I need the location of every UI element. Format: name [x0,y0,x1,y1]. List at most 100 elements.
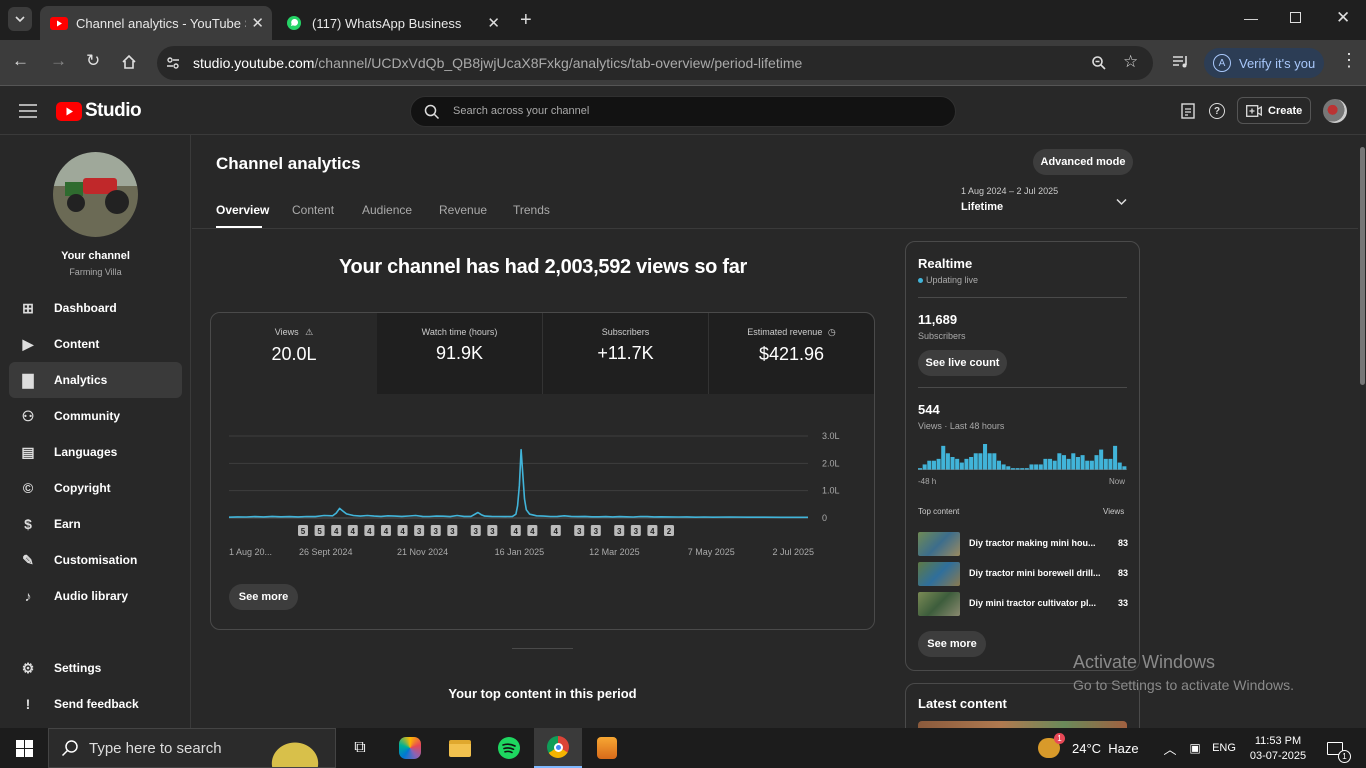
channel-search[interactable]: Search across your channel [410,96,956,127]
realtime-see-more-button[interactable]: See more [918,631,986,657]
new-tab-button[interactable]: + [520,9,532,32]
period-selector[interactable]: 1 Aug 2024 – 2 Jul 2025 Lifetime [961,186,1133,220]
network-icon[interactable]: ▣ [1185,728,1205,768]
site-info-icon[interactable] [166,56,180,70]
tab-revenue[interactable]: Revenue [439,203,487,217]
tab-content[interactable]: Content [292,203,334,217]
chrome-icon[interactable] [534,728,582,768]
realtime-bar [1080,455,1085,470]
sidebar-item-audio-library[interactable]: ♪ Audio library [9,578,182,614]
latest-video-thumbnail[interactable] [918,721,1127,728]
close-tab-icon[interactable]: ✕ [251,14,264,32]
home-icon[interactable] [121,54,137,70]
realtime-bar [1057,453,1062,470]
see-live-count-button[interactable]: See live count [918,350,1007,376]
restore-window-button[interactable] [1290,12,1301,23]
tab-list-button[interactable] [8,7,32,31]
realtime-card: Realtime Updating live 11,689 Subscriber… [905,241,1140,671]
hamburger-menu-icon[interactable] [19,104,37,118]
reload-icon[interactable]: ↻ [86,51,100,71]
sidebar-item-content[interactable]: ▶ Content [9,326,182,362]
tab-overview[interactable]: Overview [216,203,269,217]
metric-estimated-revenue[interactable]: Estimated revenue ◷ $421.96 [709,313,874,394]
scrollbar-thumb[interactable] [1360,147,1365,385]
back-icon[interactable]: ← [12,51,29,71]
upload-marker-label: 4 [530,527,535,536]
weather-text: 24°C Haze [1072,740,1139,756]
taskbar-search-box[interactable]: Type here to search [48,728,336,768]
show-hidden-icons-chevron-up-icon[interactable]: ︿ [1160,728,1180,768]
copilot-icon[interactable] [393,728,427,768]
browser-tab-youtube-studio[interactable]: Channel analytics - YouTube Stu ✕ [40,6,272,40]
close-tab-icon[interactable]: ✕ [487,14,500,32]
sidebar-item-send-feedback[interactable]: ! Send feedback [9,686,182,722]
advanced-mode-button[interactable]: Advanced mode [1033,149,1133,175]
clock-icon: ◷ [827,327,836,337]
language-indicator[interactable]: ENG [1210,728,1238,768]
top-content-row[interactable]: Diy tractor making mini hou... 83 [918,532,1128,556]
url-text: studio.youtube.com/channel/UCDxVdQb_QB8j… [193,55,802,71]
realtime-bar [1034,464,1039,470]
close-window-button[interactable]: ✕ [1336,8,1350,28]
browser-tab-whatsapp[interactable]: (117) WhatsApp Business ✕ [276,6,508,40]
metric-subscribers[interactable]: Subscribers +11.7K [543,313,709,394]
studio-logo[interactable]: Studio [56,100,142,122]
upload-marker-label: 3 [617,527,622,536]
file-explorer-icon[interactable] [443,728,477,768]
sidebar-item-analytics[interactable]: ▇ Analytics [9,362,182,398]
browser-menu-icon[interactable]: ⋮ [1340,50,1358,71]
sidebar-item-settings[interactable]: ⚙ Settings [9,650,182,686]
top-content-row[interactable]: Diy tractor mini borewell drill... 83 [918,562,1128,586]
channel-avatar[interactable] [53,152,138,237]
spotify-icon[interactable] [492,728,526,768]
realtime-bar [987,453,992,470]
sidebar-item-label: Community [54,409,120,423]
sidebar-item-languages[interactable]: ▤ Languages [9,434,182,470]
task-view-icon[interactable]: ⧉ [344,728,376,768]
see-more-button[interactable]: See more [229,584,298,610]
sidebar-item-copyright[interactable]: © Copyright [9,470,182,506]
realtime-bar [1075,457,1080,470]
media-controls-icon[interactable] [1172,54,1190,70]
create-button[interactable]: Create [1237,97,1311,124]
upload-marker-label: 3 [474,527,479,536]
customisation-icon: ✎ [22,551,34,568]
notification-center-icon[interactable]: 1 [1320,728,1351,768]
subtitles-icon[interactable] [1181,103,1195,119]
zoom-icon[interactable] [1091,55,1107,71]
start-button[interactable] [0,728,48,768]
help-icon[interactable]: ? [1209,103,1225,119]
sidebar-item-earn[interactable]: $ Earn [9,506,182,542]
realtime-views-label: Views · Last 48 hours [918,421,1005,431]
tab-audience[interactable]: Audience [362,203,412,217]
fl-studio-icon[interactable] [590,728,624,768]
weather-widget[interactable]: 1 24°C Haze [1038,728,1150,768]
search-input[interactable]: Search across your channel [453,105,589,117]
x-tick-label: 7 May 2025 [688,547,735,557]
realtime-bar [1001,464,1006,470]
minimize-window-button[interactable]: — [1244,10,1258,26]
windows-taskbar: Type here to search ⧉ 1 24°C Haze ︿ ▣ EN… [0,728,1366,768]
sidebar-item-customisation[interactable]: ✎ Customisation [9,542,182,578]
logo-text: Studio [85,100,142,121]
realtime-bar [936,458,941,470]
metric-views[interactable]: Views ⚠ 20.0L [211,313,377,394]
page-scrollbar[interactable] [1358,135,1366,728]
top-content-row[interactable]: Diy mini tractor cultivator pl... 33 [918,592,1128,616]
clock[interactable]: 11:53 PM 03-07-2025 [1244,728,1312,768]
forward-icon[interactable]: → [50,51,67,71]
sidebar-item-label: Settings [54,661,102,675]
metric-watch-time[interactable]: Watch time (hours) 91.9K [377,313,543,394]
sidebar-item-dashboard[interactable]: ⊞ Dashboard [9,290,182,326]
account-avatar[interactable] [1323,99,1347,123]
video-thumbnail [918,532,960,556]
tab-trends[interactable]: Trends [513,203,550,217]
search-icon [424,104,440,120]
address-bar[interactable]: studio.youtube.com/channel/UCDxVdQb_QB8j… [157,46,1153,80]
sidebar-item-community[interactable]: ⚇ Community [9,398,182,434]
bookmark-star-icon[interactable]: ☆ [1123,52,1138,72]
video-title: Diy tractor mini borewell drill... [969,568,1101,578]
notification-count-badge: 1 [1338,749,1351,763]
realtime-bar [1048,458,1053,470]
verify-account-button[interactable]: A Verify it's you [1204,48,1324,78]
